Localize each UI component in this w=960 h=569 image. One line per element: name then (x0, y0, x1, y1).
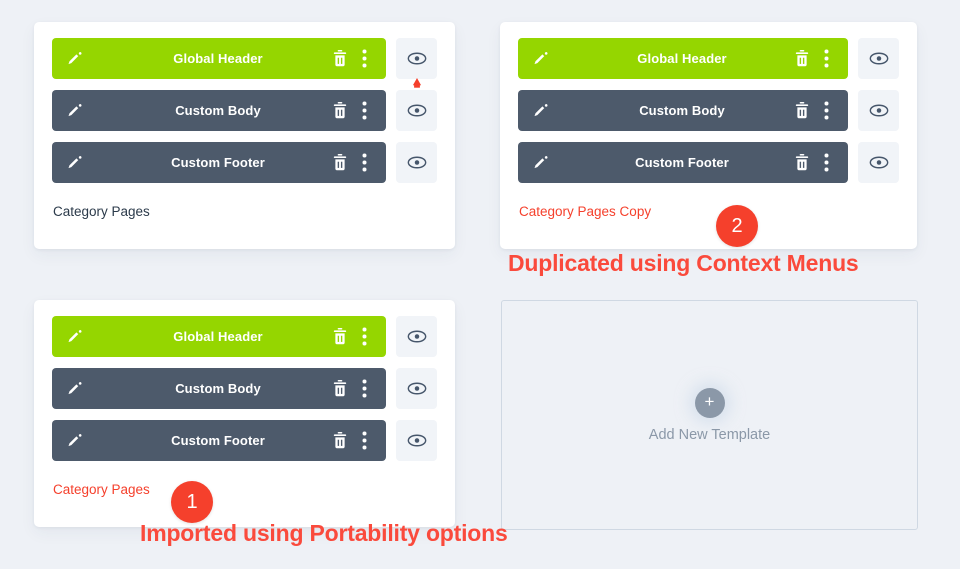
eye-icon (869, 104, 888, 117)
visibility-toggle-button[interactable] (858, 142, 899, 183)
template-row[interactable]: Global Header (52, 38, 437, 79)
template-card-label: Category Pages (53, 482, 150, 497)
template-row-title: Global Header (173, 329, 263, 344)
eye-icon (869, 52, 888, 65)
eye-icon (869, 156, 888, 169)
template-bar-custom-footer[interactable]: Custom Footer (518, 142, 848, 183)
template-row[interactable]: Custom Body (52, 78, 437, 131)
template-row-title: Custom Body (175, 381, 261, 396)
plus-icon[interactable]: + (694, 387, 725, 418)
template-row-list: Global Header Custom Body Custom Footer (34, 300, 455, 461)
template-row[interactable]: Global Header (518, 38, 899, 79)
more-vertical-icon[interactable] (356, 101, 372, 121)
eye-icon (407, 156, 426, 169)
visibility-toggle-button[interactable] (396, 142, 437, 183)
template-row[interactable]: Custom Footer (518, 142, 899, 183)
pencil-icon[interactable] (64, 378, 86, 400)
more-vertical-icon[interactable] (356, 431, 372, 451)
plus-glyph: + (704, 392, 715, 411)
template-bar-custom-footer[interactable]: Custom Footer (52, 420, 386, 461)
template-row-title: Custom Footer (171, 155, 265, 170)
annotation-badge-2: 2 (716, 205, 758, 247)
add-new-template-button[interactable]: + Add New Template (501, 300, 918, 530)
eye-icon (407, 104, 426, 117)
template-card-category-pages-imported[interactable]: Global Header Custom Body Custom Footer … (34, 300, 455, 527)
trash-icon[interactable] (330, 431, 350, 451)
pencil-icon[interactable] (64, 100, 86, 122)
eye-icon (407, 434, 426, 447)
template-card-label: Category Pages (53, 204, 150, 219)
template-row-title: Custom Footer (635, 155, 729, 170)
trash-icon[interactable] (330, 327, 350, 347)
template-row-list: Global Header Custom Body Custom Footer (34, 22, 455, 183)
template-row-list: Global Header Custom Body Custom Footer (500, 22, 917, 183)
trash-icon[interactable] (330, 101, 350, 121)
visibility-toggle-button[interactable] (396, 368, 437, 409)
template-row-title: Custom Body (175, 103, 261, 118)
pencil-icon[interactable] (64, 430, 86, 452)
eye-icon (407, 382, 426, 395)
more-vertical-icon[interactable] (818, 49, 834, 69)
red-cursor-pointer-icon (411, 78, 422, 88)
eye-icon (407, 52, 426, 65)
template-row-title: Global Header (173, 51, 263, 66)
template-bar-global-header[interactable]: Global Header (518, 38, 848, 79)
pencil-icon[interactable] (530, 100, 552, 122)
template-row-title: Custom Body (639, 103, 725, 118)
pencil-icon[interactable] (64, 48, 86, 70)
template-card-category-pages-copy[interactable]: Global Header Custom Body Custom Footer … (500, 22, 917, 249)
screen: Global Header Custom Body Custom Footer … (0, 0, 960, 569)
more-vertical-icon[interactable] (818, 153, 834, 173)
pencil-icon[interactable] (64, 152, 86, 174)
visibility-toggle-button[interactable] (396, 78, 437, 131)
template-bar-custom-body[interactable]: Custom Body (52, 368, 386, 409)
more-vertical-icon[interactable] (356, 379, 372, 399)
pencil-icon[interactable] (64, 326, 86, 348)
template-card-category-pages-top[interactable]: Global Header Custom Body Custom Footer … (34, 22, 455, 249)
annotation-caption-2: Duplicated using Context Menus (508, 250, 859, 276)
template-bar-custom-body[interactable]: Custom Body (518, 90, 848, 131)
trash-icon[interactable] (792, 153, 812, 173)
template-bar-global-header[interactable]: Global Header (52, 316, 386, 357)
annotation-badge-1: 1 (171, 481, 213, 523)
visibility-toggle-button[interactable] (858, 90, 899, 131)
visibility-toggle-button[interactable] (396, 420, 437, 461)
trash-icon[interactable] (330, 379, 350, 399)
trash-icon[interactable] (330, 153, 350, 173)
trash-icon[interactable] (792, 101, 812, 121)
more-vertical-icon[interactable] (356, 49, 372, 69)
template-bar-custom-footer[interactable]: Custom Footer (52, 142, 386, 183)
template-row[interactable]: Custom Body (52, 368, 437, 409)
template-bar-global-header[interactable]: Global Header (52, 38, 386, 79)
template-row[interactable]: Custom Footer (52, 142, 437, 183)
trash-icon[interactable] (330, 49, 350, 69)
template-card-label: Category Pages Copy (519, 204, 652, 219)
template-row[interactable]: Custom Footer (52, 420, 437, 461)
pencil-icon[interactable] (530, 152, 552, 174)
visibility-toggle-button[interactable] (858, 38, 899, 79)
annotation-caption-1: Imported using Portability options (140, 520, 508, 546)
more-vertical-icon[interactable] (356, 153, 372, 173)
visibility-toggle-button[interactable] (396, 316, 437, 357)
template-bar-custom-body[interactable]: Custom Body (52, 90, 386, 131)
visibility-toggle-button[interactable] (396, 38, 437, 79)
template-row[interactable]: Global Header (52, 316, 437, 357)
template-row[interactable]: Custom Body (518, 90, 899, 131)
more-vertical-icon[interactable] (818, 101, 834, 121)
pencil-icon[interactable] (530, 48, 552, 70)
trash-icon[interactable] (792, 49, 812, 69)
add-new-template-label: Add New Template (648, 426, 771, 443)
more-vertical-icon[interactable] (356, 327, 372, 347)
template-row-title: Global Header (637, 51, 727, 66)
eye-icon (407, 330, 426, 343)
template-row-title: Custom Footer (171, 433, 265, 448)
